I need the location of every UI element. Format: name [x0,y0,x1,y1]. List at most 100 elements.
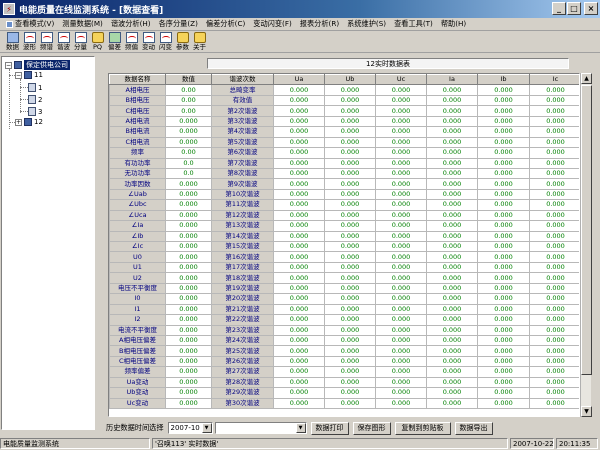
menu-item-tools[interactable]: 查看工具(T) [390,19,437,29]
toolbar-freq-deviation-button[interactable]: 频偏 [123,31,140,52]
minimize-button[interactable]: _ [552,2,566,15]
table-row[interactable]: I1 0.000 第21次谐波 0.000 0.000 0.000 0.000 0.000 0.… [109,303,579,316]
table-row[interactable]: C相电压 0.00 第2次谐波 0.000 0.000 0.000 0.000 0.000 0.… [109,105,579,117]
table-row[interactable]: U2 0.000 第18次谐波 0.000 0.000 0.000 0.000 0.000 0.… [109,272,579,284]
table-row[interactable]: 无功功率 0.0 第8次谐波 0.000 0.000 0.000 0.000 0.000 0.0… [109,167,579,180]
menu-item-sequence[interactable]: 各序分量(Z) [155,19,202,29]
phase-value-cell: 0.000 [324,293,376,305]
table-row[interactable]: A相电压偏差 0.000 第24次谐波 0.000 0.000 0.000 0.000 0.0… [109,334,579,347]
toolbar-about-button[interactable]: 关于 [191,31,208,52]
phase-value-cell: 0.000 [273,334,325,347]
freq-deviation-icon [125,32,138,43]
data-grid[interactable]: 数据名称 数值 谐波次数 Ua Ub Uc Ia Ib Ic A相电压 0.00 总畸变率 0.000… [108,73,580,417]
phase-value-cell: 0.000 [273,314,325,326]
dropdown-arrow-icon[interactable]: ▼ [201,423,212,433]
data-name-cell: ∠Uab [109,188,166,201]
tree-device-node[interactable]: 1 [28,83,42,92]
table-row[interactable]: U0 0.000 第16次谐波 0.000 0.000 0.000 0.000 0.000 0.… [109,251,579,263]
expand-icon[interactable]: + [15,118,22,126]
table-row[interactable]: ∠Uca 0.000 第12次谐波 0.000 0.000 0.000 0.000 0.000… [109,209,579,222]
phase-value-cell: 0.000 [375,220,427,232]
tree-group-node[interactable]: + 12 [15,118,43,126]
table-row[interactable]: 功率因数 0.000 第9次谐波 0.000 0.000 0.000 0.000 0.000 0… [109,178,579,190]
table-row[interactable]: C相电压偏差 0.000 第26次谐波 0.000 0.000 0.000 0.000 0.0… [109,355,579,368]
toolbar-harmonic-button[interactable]: 谐波 [55,31,72,52]
tree-device-node[interactable]: 3 [28,107,42,116]
collapse-icon[interactable]: − [15,71,22,79]
phase-value-cell: 0.000 [426,376,478,389]
phase-value-cell: 0.000 [529,355,579,368]
menu-item-flicker[interactable]: 变动闪变(F) [249,19,296,29]
phase-value-cell: 0.000 [375,397,427,410]
tree-device-node[interactable]: 2 [28,95,42,104]
table-row[interactable]: Uc变动 0.000 第30次谐波 0.000 0.000 0.000 0.000 0.000… [109,397,579,410]
scroll-thumb[interactable] [581,85,592,375]
export-data-button[interactable]: 数据导出 [454,421,493,435]
menu-item-report[interactable]: 报表分析(R) [296,19,343,29]
status-app-name: 电能质量监测系统 [0,438,150,449]
scroll-up-icon[interactable]: ▲ [581,73,592,84]
table-row[interactable]: I2 0.000 第22次谐波 0.000 0.000 0.000 0.000 0.000 0.… [109,314,579,326]
table-row[interactable]: ∠Ib 0.000 第14次谐波 0.000 0.000 0.000 0.000 0.000 0… [109,230,579,243]
table-row[interactable]: ∠Ic 0.000 第15次谐波 0.000 0.000 0.000 0.000 0.000 0… [109,240,579,253]
tree-root-node[interactable]: − 保定供电公司 [5,60,70,70]
toolbar-flicker-button[interactable]: 闪变 [157,31,174,52]
table-row[interactable]: 电流不平衡度 0.000 第23次谐波 0.000 0.000 0.000 0.000 0.0… [109,324,579,336]
harmonic-order-cell: 第14次谐波 [211,230,274,243]
vertical-scrollbar[interactable]: ▲ ▼ [580,73,592,417]
toolbar-fluctuation-button[interactable]: 变动 [140,31,157,52]
history-date-select[interactable]: 2007-10 ▼ [167,422,213,434]
table-row[interactable]: ∠Uab 0.000 第10次谐波 0.000 0.000 0.000 0.000 0.000… [109,188,579,201]
toolbar-pq-button[interactable]: PQ [89,31,106,52]
scroll-down-icon[interactable]: ▼ [581,406,592,417]
table-row[interactable]: Ub变动 0.000 第29次谐波 0.000 0.000 0.000 0.000 0.000… [109,387,579,399]
harmonic-order-cell: 第26次谐波 [211,355,274,368]
toolbar-parameter-button[interactable]: 参数 [174,31,191,52]
toolbar-component-button[interactable]: 分量 [72,31,89,52]
table-row[interactable]: B相电压偏差 0.000 第25次谐波 0.000 0.000 0.000 0.000 0.0… [109,345,579,357]
toolbar-data-button[interactable]: 数据 [4,31,21,52]
table-row[interactable]: ∠Ia 0.000 第13次谐波 0.000 0.000 0.000 0.000 0.000 0… [109,220,579,232]
table-row[interactable]: Ua变动 0.000 第28次谐波 0.000 0.000 0.000 0.000 0.000… [109,376,579,389]
table-row[interactable]: U1 0.000 第17次谐波 0.000 0.000 0.000 0.000 0.000 0.… [109,261,579,274]
table-row[interactable]: 有功功率 0.0 第7次谐波 0.000 0.000 0.000 0.000 0.000 0.0… [109,157,579,169]
component-icon [74,32,87,43]
phase-value-cell: 0.000 [426,345,478,357]
company-icon [14,61,22,69]
menu-item-harmonic[interactable]: 谐波分析(H) [107,19,155,29]
toolbar-spectrum-button[interactable]: 频谱 [38,31,55,52]
copy-clipboard-button[interactable]: 复制到剪贴板 [394,421,451,435]
table-row[interactable]: 频率偏差 0.000 第27次谐波 0.000 0.000 0.000 0.000 0.000… [109,366,579,378]
menu-item-help[interactable]: 帮助(H) [437,19,470,29]
phase-value-cell: 0.000 [426,355,478,368]
table-row[interactable]: 频率 0.00 第6次谐波 0.000 0.000 0.000 0.000 0.000 0.00… [109,147,579,159]
table-row[interactable]: B相电流 0.000 第4次谐波 0.000 0.000 0.000 0.000 0.000 0… [109,126,579,138]
maximize-button[interactable]: □ [567,2,581,15]
collapse-icon[interactable]: − [5,61,12,69]
tree-group-node[interactable]: − 11 [15,71,43,79]
menu-item-measure[interactable]: 测量数据(M) [58,19,107,29]
table-row[interactable]: 电压不平衡度 0.000 第19次谐波 0.000 0.000 0.000 0.000 0.0… [109,282,579,295]
menu-item-view[interactable]: 查看模式(V) [2,19,58,29]
table-row[interactable]: A相电压 0.00 总畸变率 0.000 0.000 0.000 0.000 0.000 0.0… [109,84,579,96]
save-graph-button[interactable]: 保存图形 [352,421,391,435]
menu-item-system[interactable]: 系统维护(S) [343,19,390,29]
close-button[interactable]: × [584,2,598,15]
phase-value-cell: 0.000 [426,366,478,378]
device-icon [28,95,36,104]
table-row[interactable]: ∠Ubc 0.000 第11次谐波 0.000 0.000 0.000 0.000 0.000… [109,199,579,211]
phase-value-cell: 0.000 [477,387,530,399]
print-data-button[interactable]: 数据打印 [310,421,349,435]
history-time-select[interactable]: ▼ [214,422,307,434]
table-row[interactable]: A相电流 0.000 第3次谐波 0.000 0.000 0.000 0.000 0.000 0… [109,115,579,128]
phase-value-cell: 0.000 [324,209,376,222]
menu-item-deviation[interactable]: 偏差分析(C) [202,19,249,29]
toolbar-deviation-button[interactable]: 偏差 [106,31,123,52]
toolbar: 数据 波形 频谱 谐波 分量 PQ 偏差 频偏 变动 闪变 参数 关于 [0,31,600,53]
table-row[interactable]: B相电压 0.00 有效值 0.000 0.000 0.000 0.000 0.000 0.00… [109,94,579,107]
dropdown-arrow-icon[interactable]: ▼ [295,423,306,433]
device-tree[interactable]: − 保定供电公司 − 11 1 2 3 + 12 [1,56,95,430]
table-row[interactable]: I0 0.000 第20次谐波 0.000 0.000 0.000 0.000 0.000 0.… [109,293,579,305]
table-row[interactable]: C相电流 0.000 第5次谐波 0.000 0.000 0.000 0.000 0.000 0… [109,136,579,149]
toolbar-waveform-button[interactable]: 波形 [21,31,38,52]
